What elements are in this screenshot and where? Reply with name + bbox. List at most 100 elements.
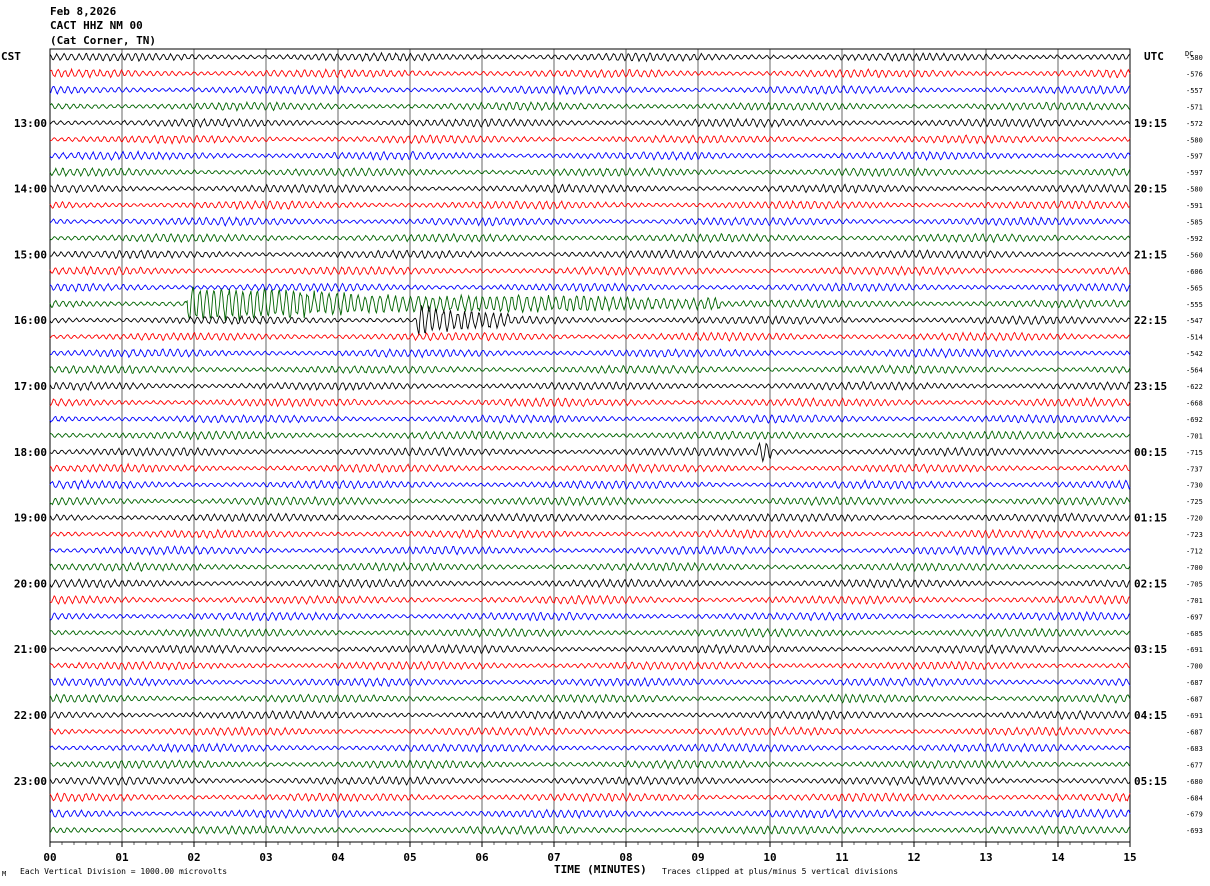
dc-offset-label: -720 — [1186, 515, 1203, 523]
dc-offset-label: -737 — [1186, 465, 1203, 473]
seismic-trace — [49, 775, 1131, 787]
dc-offset-label: -572 — [1186, 120, 1203, 128]
seismic-trace — [49, 479, 1131, 491]
minute-grid — [49, 48, 1131, 847]
dc-offset-label: -715 — [1186, 449, 1203, 457]
right-hour-label: 05:15 — [1134, 775, 1167, 788]
right-hour-label: 20:15 — [1134, 183, 1167, 196]
seismic-trace — [49, 282, 1131, 293]
x-tick-label: 15 — [1123, 851, 1136, 864]
dc-offset-label: -680 — [1186, 778, 1203, 786]
right-hour-label: 23:15 — [1134, 380, 1167, 393]
dc-offset-label: -691 — [1186, 646, 1203, 654]
dc-offset-label: -622 — [1186, 383, 1203, 391]
seismic-trace — [49, 610, 1131, 622]
dc-offset-label: -580 — [1186, 54, 1203, 62]
dc-offset-label: -730 — [1186, 482, 1203, 490]
dc-offset-label: -683 — [1186, 745, 1203, 753]
dc-offset-label: -564 — [1186, 367, 1203, 375]
dc-offset-label: -606 — [1186, 268, 1203, 276]
seismic-trace — [49, 725, 1131, 737]
x-tick-label: 10 — [763, 851, 776, 864]
left-hour-label: 20:00 — [14, 577, 47, 590]
right-hour-label: 21:15 — [1134, 248, 1167, 261]
x-tick-label: 00 — [43, 851, 56, 864]
left-hour-label: 23:00 — [14, 775, 47, 788]
dc-offset-label: -700 — [1186, 663, 1203, 671]
seismic-trace — [49, 84, 1131, 96]
x-tick-label: 13 — [979, 851, 992, 864]
dc-offset-label: -571 — [1186, 103, 1203, 111]
x-tick-label: 14 — [1051, 851, 1065, 864]
dc-offset-label: -580 — [1186, 186, 1203, 194]
seismic-trace — [49, 792, 1131, 803]
dc-offset-label: -693 — [1186, 827, 1203, 835]
seismic-trace — [49, 528, 1131, 540]
dc-offset-label: -705 — [1186, 580, 1203, 588]
dc-offset-label: -684 — [1186, 794, 1203, 802]
right-hour-label: 02:15 — [1134, 577, 1167, 590]
dc-offset-label: -692 — [1186, 416, 1203, 424]
trace-group — [49, 51, 1131, 836]
seismic-trace — [49, 824, 1131, 836]
dc-offset-label: -725 — [1186, 498, 1203, 506]
seismic-trace — [49, 249, 1131, 260]
x-tick-label: 12 — [907, 851, 920, 864]
right-hour-label: 19:15 — [1134, 117, 1167, 130]
dc-offset-label: -677 — [1186, 761, 1203, 769]
x-tick-label: 06 — [475, 851, 489, 864]
seismic-trace — [49, 199, 1131, 211]
x-tick-label: 03 — [259, 851, 272, 864]
seismic-trace — [49, 183, 1131, 194]
seismic-trace — [49, 462, 1131, 474]
seismic-trace — [49, 265, 1131, 277]
right-hour-label: 03:15 — [1134, 643, 1167, 656]
left-hour-label: 17:00 — [14, 380, 47, 393]
corner-mark: M — [2, 870, 7, 878]
dc-offset-label: -687 — [1186, 696, 1203, 704]
left-hour-label: 14:00 — [14, 183, 47, 196]
seismic-trace — [49, 430, 1131, 441]
x-tick-label: 09 — [691, 851, 704, 864]
plot-frame — [49, 48, 1131, 843]
dc-offset-label: -701 — [1186, 597, 1203, 605]
left-hour-label: 19:00 — [14, 512, 47, 525]
seismic-trace — [49, 396, 1131, 408]
dc-offset-label: -580 — [1186, 136, 1203, 144]
seismic-trace — [49, 100, 1131, 112]
seismic-trace — [49, 413, 1131, 425]
seismic-trace — [49, 67, 1131, 79]
left-hour-label: 13:00 — [14, 117, 47, 130]
left-hour-label: 22:00 — [14, 709, 47, 722]
seismic-trace — [49, 495, 1131, 507]
seismic-trace — [49, 216, 1130, 227]
x-tick-label: 01 — [115, 851, 129, 864]
dc-offset-label: -723 — [1186, 531, 1203, 539]
seismic-trace — [49, 660, 1131, 671]
dc-offset-label: -576 — [1186, 70, 1203, 78]
seismic-trace — [50, 347, 1131, 359]
dc-offset-label: -542 — [1186, 350, 1203, 358]
dc-offset-label: -514 — [1186, 334, 1203, 342]
x-axis-title: TIME (MINUTES) — [554, 863, 647, 876]
dc-offset-label: -691 — [1186, 712, 1203, 720]
seismic-trace — [49, 676, 1131, 688]
right-hour-label: 22:15 — [1134, 314, 1167, 327]
dc-offset-label: -712 — [1186, 548, 1203, 556]
seismic-trace — [49, 578, 1131, 589]
seismic-trace — [49, 51, 1131, 63]
dc-offset-label: -697 — [1186, 613, 1203, 621]
x-tick-label: 04 — [331, 851, 345, 864]
seismic-trace — [49, 759, 1131, 770]
seismic-trace — [49, 117, 1131, 129]
dc-offset-label: -700 — [1186, 564, 1203, 572]
dc-offset-label: -685 — [1186, 630, 1203, 638]
seismic-trace — [49, 134, 1131, 145]
scale-note: Each Vertical Division = 1000.00 microvo… — [20, 867, 228, 876]
right-hour-label: 00:15 — [1134, 446, 1167, 459]
left-hour-label: 18:00 — [14, 446, 47, 459]
right-hour-label: 04:15 — [1134, 709, 1167, 722]
seismic-trace — [49, 643, 1131, 655]
right-hour-label: 01:15 — [1134, 512, 1167, 525]
seismic-trace — [49, 561, 1131, 573]
